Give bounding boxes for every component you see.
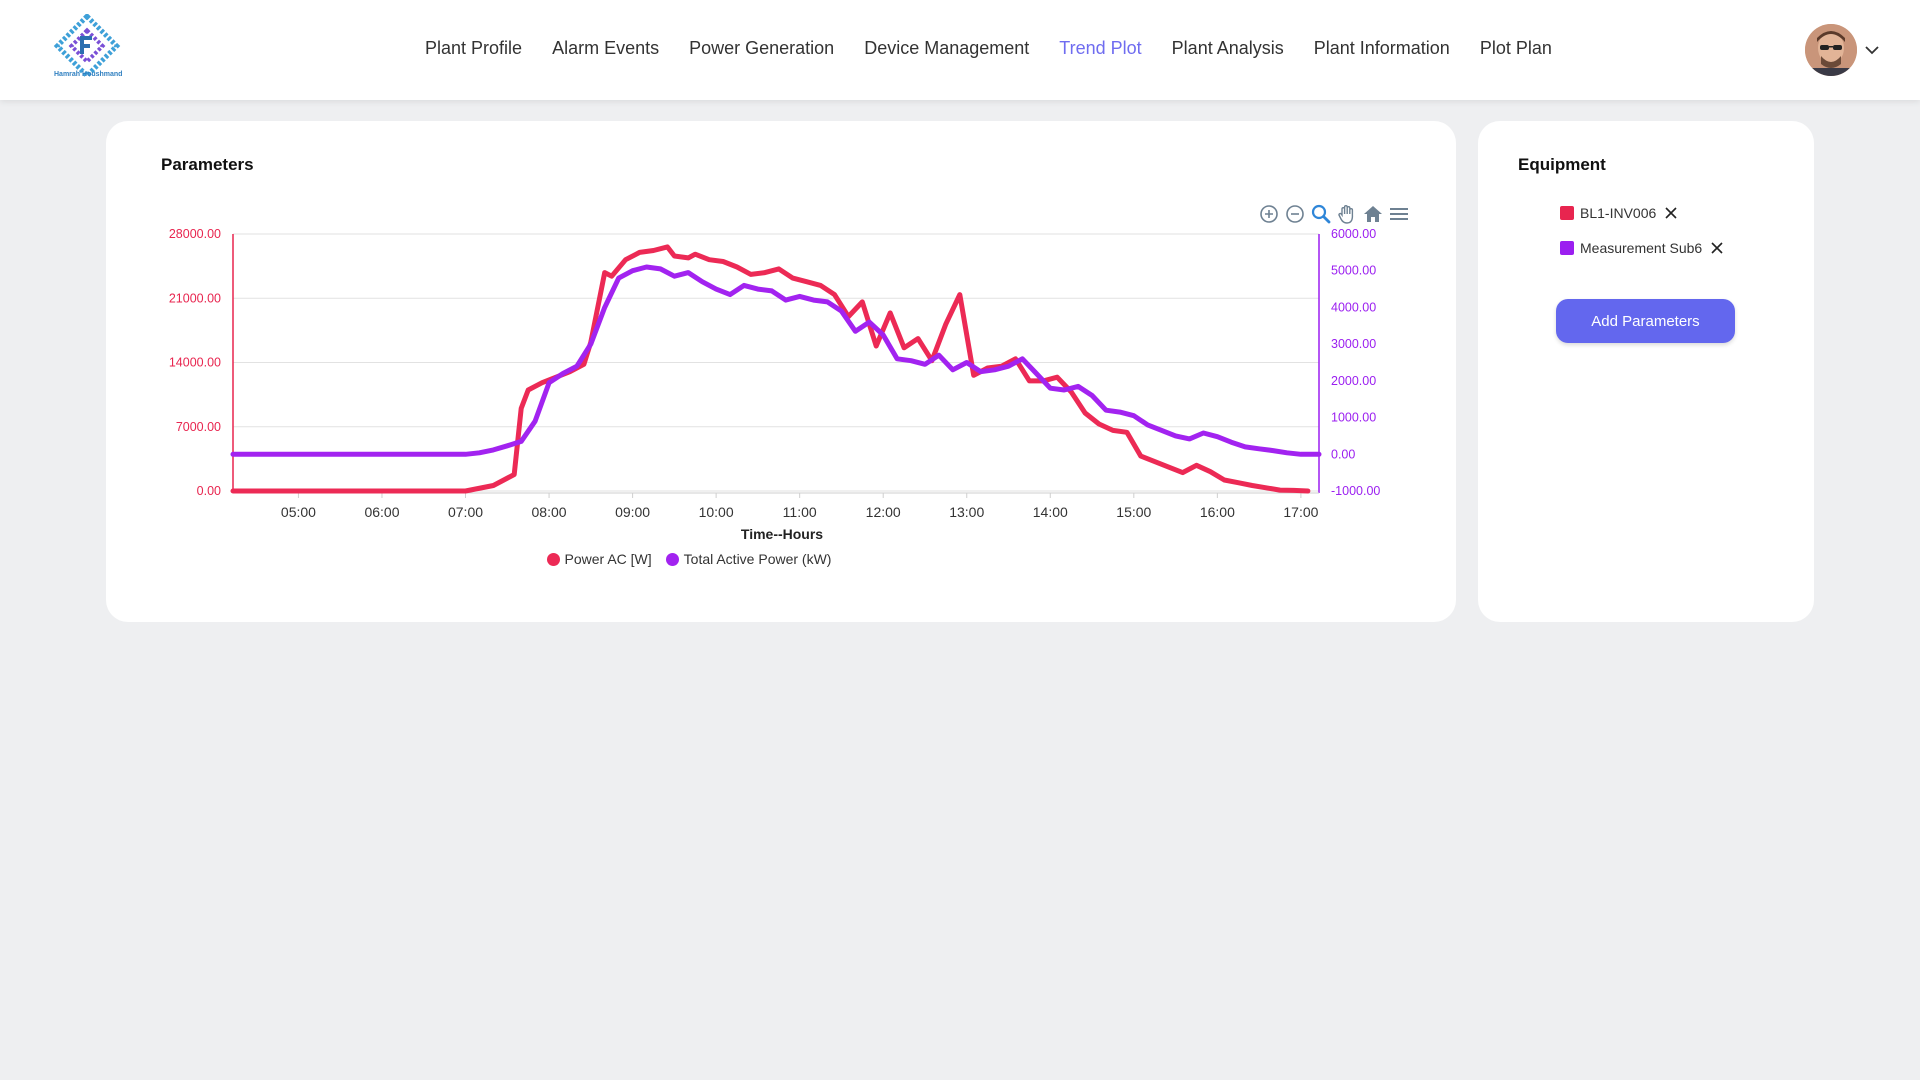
x-tick-label: 14:00 <box>1033 504 1068 520</box>
y-right-tick-label: -1000.00 <box>1331 484 1380 498</box>
y-right-tick-label: 4000.00 <box>1331 300 1376 314</box>
y-left-tick-label: 0.00 <box>197 484 221 498</box>
y-right-tick-label: 2000.00 <box>1331 374 1376 388</box>
nav-trend-plot[interactable]: Trend Plot <box>1044 38 1156 59</box>
top-navbar: Hamrah Houshmand Plant Profile Alarm Eve… <box>0 0 1920 100</box>
parameters-card: Parameters 0.00 7000.00 14000.00 21000.00 28… <box>106 121 1456 622</box>
nav-alarm-events[interactable]: Alarm Events <box>537 38 674 59</box>
logo-text: Hamrah Houshmand <box>54 71 123 78</box>
equipment-list: BL1-INV006 Measurement Sub6 <box>1560 195 1724 265</box>
legend-item-total-active-power[interactable]: Total Active Power (kW) <box>665 551 832 567</box>
nav-plot-plan[interactable]: Plot Plan <box>1465 38 1567 59</box>
y-right-tick-label: 1000.00 <box>1331 411 1376 425</box>
nav-plant-information[interactable]: Plant Information <box>1299 38 1465 59</box>
chart-legend: Power AC [W] Total Active Power (kW) <box>106 551 1456 567</box>
x-tick-label: 16:00 <box>1200 504 1235 520</box>
x-tick-label: 11:00 <box>783 504 817 520</box>
legend-label: Total Active Power (kW) <box>683 551 832 567</box>
legend-item-power-ac[interactable]: Power AC [W] <box>546 551 652 567</box>
equipment-color-swatch <box>1560 205 1574 220</box>
x-tick-label: 15:00 <box>1116 504 1151 520</box>
series-line-2 <box>230 264 1322 457</box>
x-tick-label: 05:00 <box>281 504 316 520</box>
y-left-tick-label: 7000.00 <box>176 420 221 434</box>
nav-power-generation[interactable]: Power Generation <box>674 38 849 59</box>
x-tick-label: 12:00 <box>866 504 901 520</box>
equipment-item: BL1-INV006 <box>1560 195 1724 230</box>
add-parameters-button[interactable]: Add Parameters <box>1556 299 1735 343</box>
chevron-down-icon[interactable] <box>1864 44 1880 56</box>
legend-dot <box>665 552 679 566</box>
trend-chart[interactable]: 0.00 7000.00 14000.00 21000.00 28000.00 -1000… <box>106 121 1456 551</box>
equipment-label: BL1-INV006 <box>1580 204 1657 221</box>
equipment-title: Equipment <box>1518 155 1606 174</box>
equipment-item: Measurement Sub6 <box>1560 230 1724 265</box>
y-right-tick-label: 0.00 <box>1331 447 1355 461</box>
y-left-tick-label: 28000.00 <box>169 227 221 241</box>
x-tick-label: 07:00 <box>448 504 483 520</box>
x-tick-label: 13:00 <box>949 504 984 520</box>
equipment-color-swatch <box>1560 240 1574 255</box>
x-tick-label: 10:00 <box>699 504 734 520</box>
legend-label: Power AC [W] <box>564 551 652 567</box>
x-axis-title: Time--Hours <box>741 526 823 542</box>
y-right-tick-label: 6000.00 <box>1331 227 1376 241</box>
equipment-card: Equipment BL1-INV006 Measurement Sub6 Ad… <box>1478 121 1814 622</box>
x-tick-label: 08:00 <box>532 504 567 520</box>
y-right-tick-label: 5000.00 <box>1331 264 1376 278</box>
y-right-tick-label: 3000.00 <box>1331 337 1376 351</box>
equipment-label: Measurement Sub6 <box>1580 239 1703 256</box>
close-icon[interactable] <box>1710 241 1724 255</box>
user-avatar[interactable] <box>1805 24 1857 76</box>
nav-plant-profile[interactable]: Plant Profile <box>410 38 537 59</box>
main-nav: Plant Profile Alarm Events Power Generat… <box>410 38 1567 59</box>
x-tick-label: 06:00 <box>364 504 399 520</box>
nav-device-management[interactable]: Device Management <box>849 38 1044 59</box>
legend-dot <box>546 552 560 566</box>
y-left-tick-label: 14000.00 <box>169 356 221 370</box>
close-icon[interactable] <box>1664 206 1678 220</box>
nav-plant-analysis[interactable]: Plant Analysis <box>1157 38 1299 59</box>
y-left-tick-label: 21000.00 <box>169 291 221 305</box>
x-tick-label: 09:00 <box>615 504 650 520</box>
x-tick-label: 17:00 <box>1283 504 1318 520</box>
